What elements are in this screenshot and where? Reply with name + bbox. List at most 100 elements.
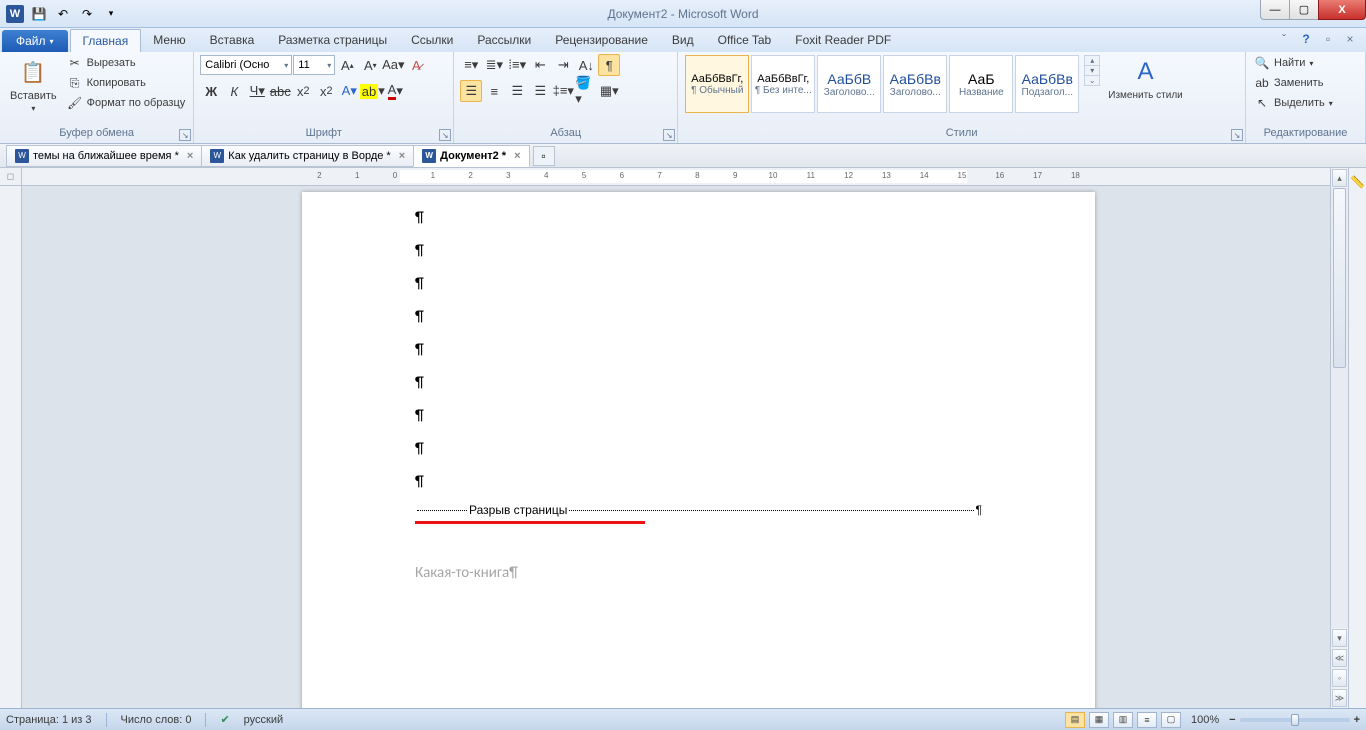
scroll-up-icon[interactable]: ▴	[1332, 169, 1347, 187]
style-item[interactable]: АаБбВвПодзагол...	[1015, 55, 1079, 113]
document-tab[interactable]: Wтемы на ближайшее время *×	[6, 145, 202, 167]
close-child-icon[interactable]: ×	[1342, 32, 1358, 46]
save-icon[interactable]: 💾	[28, 3, 50, 25]
paragraph[interactable]	[415, 235, 982, 268]
change-case-icon[interactable]: Aa▾	[382, 54, 404, 76]
superscript-icon[interactable]: x2	[315, 80, 337, 102]
style-item[interactable]: АаБбВвГг,¶ Без инте...	[751, 55, 815, 113]
minimize-ribbon-icon[interactable]: ˇ	[1276, 32, 1292, 46]
decrease-indent-icon[interactable]: ⇤	[529, 54, 551, 76]
paragraph-launcher[interactable]: ↘	[663, 129, 675, 141]
close-button[interactable]: X	[1318, 0, 1366, 20]
style-item[interactable]: АаБбВЗаголово...	[817, 55, 881, 113]
ruler-toggle-icon[interactable]: 📏	[1349, 170, 1366, 194]
copy-button[interactable]: ⎘Копировать	[65, 74, 188, 92]
horizontal-ruler[interactable]: 210123456789101112131415161718	[22, 168, 1330, 186]
cut-button[interactable]: ✂Вырезать	[65, 54, 188, 72]
status-words[interactable]: Число слов: 0	[121, 714, 192, 726]
justify-icon[interactable]: ☰	[529, 80, 551, 102]
close-tab-icon[interactable]: ×	[395, 150, 405, 162]
show-hide-pilcrow-icon[interactable]: ¶	[598, 54, 620, 76]
styles-launcher[interactable]: ↘	[1231, 129, 1243, 141]
ribbon-tab[interactable]: Вставка	[198, 29, 267, 52]
style-item[interactable]: АаБНазвание	[949, 55, 1013, 113]
ribbon-tab[interactable]: Вид	[660, 29, 706, 52]
line-spacing-icon[interactable]: ‡≡▾	[552, 80, 574, 102]
document-tab[interactable]: WДокумент2 *×	[413, 145, 529, 167]
highlight-icon[interactable]: ab▾	[361, 80, 383, 102]
bold-icon[interactable]: Ж	[200, 80, 222, 102]
align-center-icon[interactable]: ≡	[483, 80, 505, 102]
grow-font-icon[interactable]: A▴	[336, 54, 358, 76]
close-tab-icon[interactable]: ×	[183, 150, 193, 162]
next-page-icon[interactable]: ≫	[1332, 689, 1347, 707]
paragraph[interactable]	[415, 367, 982, 400]
align-left-icon[interactable]: ☰	[460, 80, 482, 102]
font-name-combo[interactable]: Calibri (Осно	[200, 55, 292, 75]
status-page[interactable]: Страница: 1 из 3	[6, 714, 92, 726]
replace-button[interactable]: abЗаменить	[1252, 74, 1335, 92]
style-item[interactable]: АаБбВвЗаголово...	[883, 55, 947, 113]
vertical-ruler[interactable]	[0, 186, 22, 708]
font-size-combo[interactable]: 11	[293, 55, 335, 75]
find-button[interactable]: 🔍Найти▾	[1252, 54, 1335, 72]
browse-object-icon[interactable]: ◦	[1332, 669, 1347, 687]
restore-window-icon[interactable]: ▫	[1320, 32, 1336, 46]
font-launcher[interactable]: ↘	[439, 129, 451, 141]
document-tab[interactable]: WКак удалить страницу в Ворде *×	[201, 145, 414, 167]
minimize-button[interactable]: —	[1260, 0, 1290, 20]
multilevel-icon[interactable]: ⁞≡▾	[506, 54, 528, 76]
close-tab-icon[interactable]: ×	[510, 150, 520, 162]
outline-view-icon[interactable]: ≡	[1137, 712, 1157, 728]
clipboard-launcher[interactable]: ↘	[179, 129, 191, 141]
subscript-icon[interactable]: x2	[292, 80, 314, 102]
select-button[interactable]: ↖Выделить▾	[1252, 94, 1335, 112]
paragraph[interactable]	[415, 433, 982, 466]
ribbon-tab[interactable]: Разметка страницы	[266, 29, 399, 52]
status-language[interactable]: русский	[244, 714, 283, 726]
draft-view-icon[interactable]: ▢	[1161, 712, 1181, 728]
shrink-font-icon[interactable]: A▾	[359, 54, 381, 76]
prev-page-icon[interactable]: ≪	[1332, 649, 1347, 667]
vertical-scrollbar[interactable]: ▴ ▾ ≪ ◦ ≫	[1330, 168, 1348, 708]
align-right-icon[interactable]: ☰	[506, 80, 528, 102]
spellcheck-icon[interactable]: ✔	[220, 713, 229, 726]
text-effects-icon[interactable]: A▾	[338, 80, 360, 102]
help-icon[interactable]: ?	[1298, 32, 1314, 46]
zoom-slider[interactable]	[1240, 718, 1350, 722]
paragraph[interactable]	[415, 400, 982, 433]
ribbon-tab[interactable]: Рецензирование	[543, 29, 660, 52]
font-color-icon[interactable]: A▾	[384, 80, 406, 102]
scroll-thumb[interactable]	[1333, 188, 1346, 368]
maximize-button[interactable]: ▢	[1289, 0, 1319, 20]
print-layout-view-icon[interactable]: ▤	[1065, 712, 1085, 728]
style-item[interactable]: АаБбВвГг,¶ Обычный	[685, 55, 749, 113]
paragraph[interactable]	[415, 466, 982, 499]
italic-icon[interactable]: К	[223, 80, 245, 102]
ribbon-tab[interactable]: Office Tab	[706, 29, 784, 52]
strikethrough-icon[interactable]: abc	[269, 80, 291, 102]
paste-button[interactable]: 📋 Вставить ▾	[6, 54, 61, 115]
undo-icon[interactable]: ↶	[52, 3, 74, 25]
paragraph[interactable]	[415, 202, 982, 235]
ribbon-tab[interactable]: Главная	[70, 29, 142, 52]
ribbon-tab[interactable]: Меню	[141, 29, 197, 52]
borders-icon[interactable]: ▦▾	[598, 80, 620, 102]
sort-icon[interactable]: A↓	[575, 54, 597, 76]
ribbon-tab[interactable]: Рассылки	[465, 29, 543, 52]
redo-icon[interactable]: ↷	[76, 3, 98, 25]
new-tab-button[interactable]: ▫	[533, 146, 555, 166]
bullets-icon[interactable]: ≡▾	[460, 54, 482, 76]
ruler-corner[interactable]: ◻	[0, 168, 22, 186]
zoom-out-icon[interactable]: −	[1229, 714, 1235, 726]
ribbon-tab[interactable]: Foxit Reader PDF	[783, 29, 903, 52]
change-styles-button[interactable]: A Изменить стили	[1104, 54, 1186, 103]
paragraph[interactable]	[415, 301, 982, 334]
scroll-down-icon[interactable]: ▾	[1332, 629, 1347, 647]
file-tab[interactable]: Файл	[2, 30, 68, 52]
web-layout-view-icon[interactable]: ▥	[1113, 712, 1133, 728]
zoom-level[interactable]: 100%	[1191, 714, 1219, 726]
paragraph[interactable]	[415, 334, 982, 367]
underline-icon[interactable]: Ч▾	[246, 80, 268, 102]
fullscreen-reading-view-icon[interactable]: ▦	[1089, 712, 1109, 728]
